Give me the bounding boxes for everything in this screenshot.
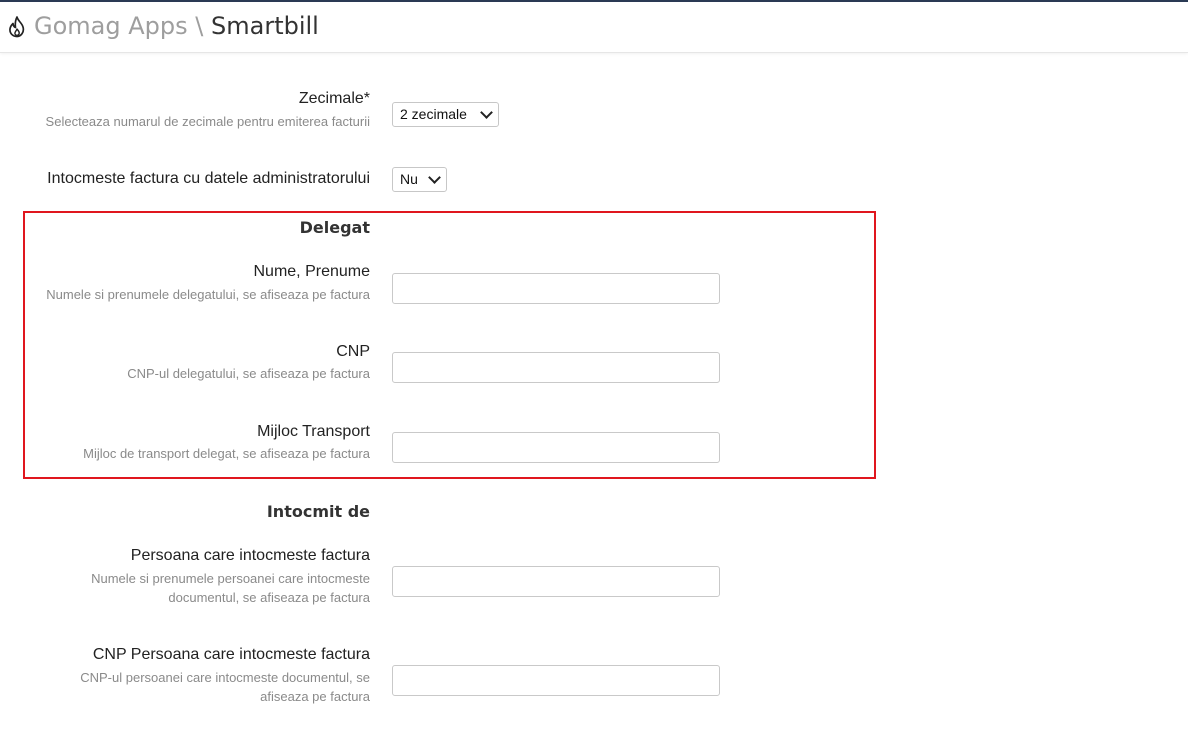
delegat-section-title: Delegat bbox=[299, 218, 370, 237]
page-title: Gomag Apps \ Smartbill bbox=[34, 11, 319, 41]
zecimale-label: Zecimale* bbox=[298, 90, 370, 107]
admin-data-label: Intocmeste factura cu datele administrat… bbox=[47, 170, 370, 187]
intocmit-cnp-hint-line1: CNP-ul persoanei care intocmeste documen… bbox=[80, 670, 370, 685]
admin-data-select[interactable]: Nu bbox=[392, 167, 447, 192]
delegat-cnp-label: CNP bbox=[336, 343, 370, 360]
delegat-cnp-input[interactable] bbox=[392, 352, 720, 383]
intocmit-cnp-input[interactable] bbox=[392, 665, 720, 696]
delegat-transport-input[interactable] bbox=[392, 432, 720, 463]
intocmit-section-title: Intocmit de bbox=[266, 502, 370, 521]
intocmit-person-label: Persoana care intocmeste factura bbox=[130, 547, 370, 564]
delegat-name-input[interactable] bbox=[392, 273, 720, 304]
intocmit-person-input[interactable] bbox=[392, 566, 720, 597]
delegat-cnp-hint: CNP-ul delegatului, se afiseaza pe factu… bbox=[127, 366, 370, 381]
zecimale-selected-value: 2 zecimale bbox=[400, 106, 467, 122]
delegat-transport-label: Mijloc Transport bbox=[257, 423, 370, 440]
intocmit-person-hint-line2: documentul, se afiseaza pe factura bbox=[168, 590, 370, 605]
app-header: Gomag Apps \ Smartbill bbox=[0, 2, 1188, 53]
intocmit-person-hint-line1: Numele si prenumele persoanei care intoc… bbox=[91, 571, 370, 586]
chevron-down-icon bbox=[428, 171, 441, 184]
zecimale-select[interactable]: 2 zecimale bbox=[392, 102, 499, 127]
zecimale-hint: Selecteaza numarul de zecimale pentru em… bbox=[45, 114, 370, 129]
breadcrumb-separator: \ bbox=[195, 12, 204, 40]
intocmit-cnp-hint-line2: afiseaza pe factura bbox=[260, 689, 370, 704]
delegat-name-label: Nume, Prenume bbox=[253, 263, 371, 280]
app-name[interactable]: Gomag Apps bbox=[34, 12, 188, 40]
intocmit-cnp-label: CNP Persoana care intocmeste factura bbox=[92, 646, 370, 663]
delegat-transport-hint: Mijloc de transport delegat, se afiseaza… bbox=[83, 446, 370, 461]
delegat-name-hint: Numele si prenumele delegatului, se afis… bbox=[46, 287, 370, 302]
admin-data-selected-value: Nu bbox=[400, 171, 418, 187]
chevron-down-icon bbox=[480, 106, 493, 119]
flame-icon bbox=[9, 16, 25, 38]
current-app-name: Smartbill bbox=[211, 12, 319, 40]
